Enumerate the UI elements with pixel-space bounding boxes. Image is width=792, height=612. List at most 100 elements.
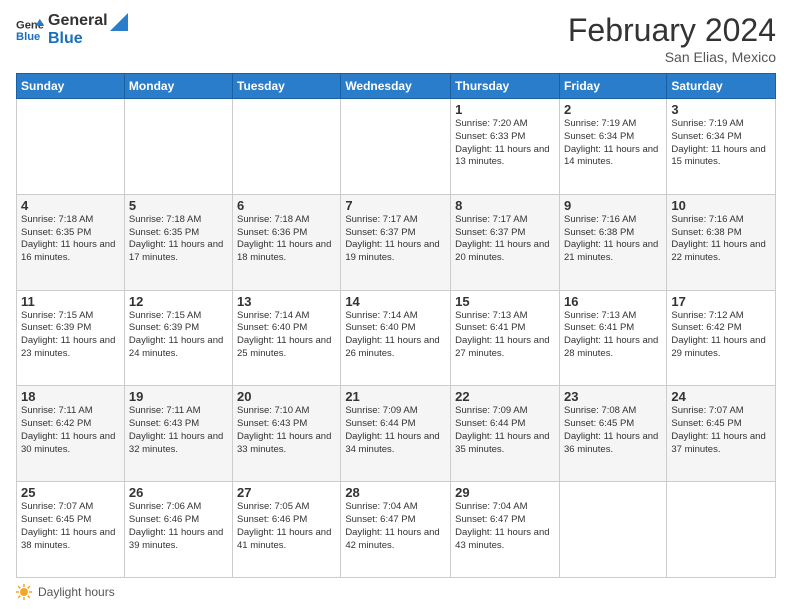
day-info: Sunrise: 7:20 AM Sunset: 6:33 PM Dayligh…: [455, 118, 555, 169]
day-number: 25: [21, 485, 120, 500]
day-number: 6: [237, 198, 336, 213]
day-info: Sunrise: 7:12 AM Sunset: 6:42 PM Dayligh…: [671, 310, 771, 361]
day-number: 12: [129, 294, 228, 309]
calendar-cell: 7Sunrise: 7:17 AM Sunset: 6:37 PM Daylig…: [341, 194, 451, 290]
day-info: Sunrise: 7:14 AM Sunset: 6:40 PM Dayligh…: [237, 310, 336, 361]
calendar-cell: 24Sunrise: 7:07 AM Sunset: 6:45 PM Dayli…: [667, 386, 776, 482]
day-info: Sunrise: 7:17 AM Sunset: 6:37 PM Dayligh…: [345, 214, 446, 265]
calendar-cell: 1Sunrise: 7:20 AM Sunset: 6:33 PM Daylig…: [451, 99, 560, 195]
day-number: 5: [129, 198, 228, 213]
day-number: 20: [237, 389, 336, 404]
day-number: 10: [671, 198, 771, 213]
day-info: Sunrise: 7:14 AM Sunset: 6:40 PM Dayligh…: [345, 310, 446, 361]
weekday-header-saturday: Saturday: [667, 74, 776, 99]
day-info: Sunrise: 7:11 AM Sunset: 6:43 PM Dayligh…: [129, 405, 228, 456]
logo-triangle-icon: [106, 13, 128, 35]
day-info: Sunrise: 7:15 AM Sunset: 6:39 PM Dayligh…: [21, 310, 120, 361]
calendar-table: SundayMondayTuesdayWednesdayThursdayFrid…: [16, 73, 776, 578]
day-info: Sunrise: 7:15 AM Sunset: 6:39 PM Dayligh…: [129, 310, 228, 361]
day-info: Sunrise: 7:11 AM Sunset: 6:42 PM Dayligh…: [21, 405, 120, 456]
calendar-cell: 26Sunrise: 7:06 AM Sunset: 6:46 PM Dayli…: [124, 482, 232, 578]
title-block: February 2024 San Elias, Mexico: [568, 12, 776, 65]
day-number: 1: [455, 102, 555, 117]
calendar-cell: 4Sunrise: 7:18 AM Sunset: 6:35 PM Daylig…: [17, 194, 125, 290]
calendar-cell: 6Sunrise: 7:18 AM Sunset: 6:36 PM Daylig…: [233, 194, 341, 290]
calendar-cell: [559, 482, 666, 578]
calendar-cell: 12Sunrise: 7:15 AM Sunset: 6:39 PM Dayli…: [124, 290, 232, 386]
calendar-cell: 25Sunrise: 7:07 AM Sunset: 6:45 PM Dayli…: [17, 482, 125, 578]
calendar-cell: 19Sunrise: 7:11 AM Sunset: 6:43 PM Dayli…: [124, 386, 232, 482]
calendar-cell: 16Sunrise: 7:13 AM Sunset: 6:41 PM Dayli…: [559, 290, 666, 386]
day-info: Sunrise: 7:18 AM Sunset: 6:36 PM Dayligh…: [237, 214, 336, 265]
calendar-week-4: 25Sunrise: 7:07 AM Sunset: 6:45 PM Dayli…: [17, 482, 776, 578]
day-number: 27: [237, 485, 336, 500]
calendar-cell: 22Sunrise: 7:09 AM Sunset: 6:44 PM Dayli…: [451, 386, 560, 482]
day-info: Sunrise: 7:04 AM Sunset: 6:47 PM Dayligh…: [345, 501, 446, 552]
footer: Daylight hours: [16, 584, 776, 600]
logo-general: General: [48, 12, 108, 30]
day-number: 24: [671, 389, 771, 404]
day-number: 2: [564, 102, 662, 117]
day-info: Sunrise: 7:06 AM Sunset: 6:46 PM Dayligh…: [129, 501, 228, 552]
day-number: 8: [455, 198, 555, 213]
day-info: Sunrise: 7:16 AM Sunset: 6:38 PM Dayligh…: [671, 214, 771, 265]
calendar-cell: 3Sunrise: 7:19 AM Sunset: 6:34 PM Daylig…: [667, 99, 776, 195]
day-info: Sunrise: 7:17 AM Sunset: 6:37 PM Dayligh…: [455, 214, 555, 265]
logo: General Blue General Blue: [16, 12, 128, 47]
day-info: Sunrise: 7:18 AM Sunset: 6:35 PM Dayligh…: [129, 214, 228, 265]
day-number: 21: [345, 389, 446, 404]
calendar-cell: [341, 99, 451, 195]
calendar-cell: 2Sunrise: 7:19 AM Sunset: 6:34 PM Daylig…: [559, 99, 666, 195]
day-info: Sunrise: 7:08 AM Sunset: 6:45 PM Dayligh…: [564, 405, 662, 456]
day-info: Sunrise: 7:16 AM Sunset: 6:38 PM Dayligh…: [564, 214, 662, 265]
calendar-cell: 29Sunrise: 7:04 AM Sunset: 6:47 PM Dayli…: [451, 482, 560, 578]
calendar-cell: 14Sunrise: 7:14 AM Sunset: 6:40 PM Dayli…: [341, 290, 451, 386]
day-number: 7: [345, 198, 446, 213]
calendar-cell: 5Sunrise: 7:18 AM Sunset: 6:35 PM Daylig…: [124, 194, 232, 290]
day-number: 14: [345, 294, 446, 309]
calendar-week-3: 18Sunrise: 7:11 AM Sunset: 6:42 PM Dayli…: [17, 386, 776, 482]
calendar-week-0: 1Sunrise: 7:20 AM Sunset: 6:33 PM Daylig…: [17, 99, 776, 195]
calendar-cell: 13Sunrise: 7:14 AM Sunset: 6:40 PM Dayli…: [233, 290, 341, 386]
weekday-header-friday: Friday: [559, 74, 666, 99]
day-number: 28: [345, 485, 446, 500]
day-info: Sunrise: 7:07 AM Sunset: 6:45 PM Dayligh…: [21, 501, 120, 552]
svg-text:Blue: Blue: [16, 30, 40, 42]
day-info: Sunrise: 7:09 AM Sunset: 6:44 PM Dayligh…: [345, 405, 446, 456]
calendar-week-1: 4Sunrise: 7:18 AM Sunset: 6:35 PM Daylig…: [17, 194, 776, 290]
month-title: February 2024: [568, 12, 776, 49]
calendar-cell: [124, 99, 232, 195]
day-info: Sunrise: 7:04 AM Sunset: 6:47 PM Dayligh…: [455, 501, 555, 552]
weekday-header-wednesday: Wednesday: [341, 74, 451, 99]
calendar-cell: 27Sunrise: 7:05 AM Sunset: 6:46 PM Dayli…: [233, 482, 341, 578]
calendar-cell: 10Sunrise: 7:16 AM Sunset: 6:38 PM Dayli…: [667, 194, 776, 290]
calendar-cell: 21Sunrise: 7:09 AM Sunset: 6:44 PM Dayli…: [341, 386, 451, 482]
calendar-cell: 15Sunrise: 7:13 AM Sunset: 6:41 PM Dayli…: [451, 290, 560, 386]
weekday-header-sunday: Sunday: [17, 74, 125, 99]
day-number: 3: [671, 102, 771, 117]
calendar-cell: [17, 99, 125, 195]
calendar-cell: 8Sunrise: 7:17 AM Sunset: 6:37 PM Daylig…: [451, 194, 560, 290]
day-number: 18: [21, 389, 120, 404]
daylight-label: Daylight hours: [38, 585, 115, 599]
location-subtitle: San Elias, Mexico: [568, 49, 776, 65]
weekday-header-thursday: Thursday: [451, 74, 560, 99]
calendar-header-row: SundayMondayTuesdayWednesdayThursdayFrid…: [17, 74, 776, 99]
day-number: 17: [671, 294, 771, 309]
day-info: Sunrise: 7:07 AM Sunset: 6:45 PM Dayligh…: [671, 405, 771, 456]
day-info: Sunrise: 7:13 AM Sunset: 6:41 PM Dayligh…: [564, 310, 662, 361]
calendar-cell: 17Sunrise: 7:12 AM Sunset: 6:42 PM Dayli…: [667, 290, 776, 386]
day-number: 13: [237, 294, 336, 309]
calendar-cell: [233, 99, 341, 195]
weekday-header-monday: Monday: [124, 74, 232, 99]
day-number: 15: [455, 294, 555, 309]
page: General Blue General Blue February 2024 …: [0, 0, 792, 612]
logo-blue: Blue: [48, 30, 108, 48]
sun-icon: [16, 584, 32, 600]
day-info: Sunrise: 7:05 AM Sunset: 6:46 PM Dayligh…: [237, 501, 336, 552]
day-number: 19: [129, 389, 228, 404]
header: General Blue General Blue February 2024 …: [16, 12, 776, 65]
day-info: Sunrise: 7:09 AM Sunset: 6:44 PM Dayligh…: [455, 405, 555, 456]
calendar-cell: 23Sunrise: 7:08 AM Sunset: 6:45 PM Dayli…: [559, 386, 666, 482]
day-info: Sunrise: 7:13 AM Sunset: 6:41 PM Dayligh…: [455, 310, 555, 361]
